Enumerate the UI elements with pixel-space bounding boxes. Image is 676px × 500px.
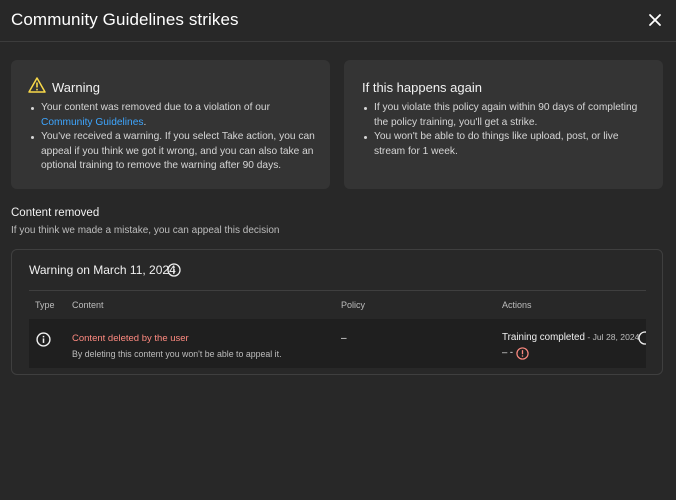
- close-button[interactable]: [645, 10, 665, 30]
- warning-bullets: Your content was removed due to a violat…: [29, 101, 319, 174]
- alert-circle-icon: [516, 347, 529, 360]
- action-info-button[interactable]: [638, 331, 646, 345]
- action-sub: – -: [502, 347, 514, 358]
- content-title-link[interactable]: Content deleted by the user: [72, 333, 189, 344]
- community-guidelines-link[interactable]: Community Guidelines: [41, 117, 143, 128]
- close-icon: [649, 14, 661, 26]
- content-removed-title: Content removed: [11, 207, 100, 219]
- alert-status-button[interactable]: [516, 347, 529, 360]
- column-header-actions: Actions: [502, 300, 532, 310]
- info-icon: [167, 263, 181, 277]
- warning-bullet-appeal: You've received a warning. If you select…: [29, 130, 319, 174]
- repeat-card-title: If this happens again: [362, 80, 482, 95]
- column-header-content: Content: [72, 300, 104, 310]
- action-status: Training completed - Jul 28, 2024: [502, 332, 640, 343]
- warning-info-button[interactable]: [167, 263, 181, 277]
- table-header-divider: [29, 290, 646, 291]
- repeat-bullet-restriction: You won't be able to do things like uplo…: [362, 130, 652, 159]
- panel-title: Warning on March 11, 2024: [29, 263, 176, 277]
- column-header-policy: Policy: [341, 300, 366, 310]
- warning-icon: [28, 77, 46, 93]
- column-header-type: Type: [35, 300, 55, 310]
- content-removed-subtitle: If you think we made a mistake, you can …: [11, 225, 280, 236]
- dialog-title: Community Guidelines strikes: [11, 10, 239, 29]
- action-date: - Jul 28, 2024: [584, 332, 640, 342]
- content-note: By deleting this content you won't be ab…: [72, 349, 282, 359]
- repeat-bullet-strike: If you violate this policy again within …: [362, 101, 652, 130]
- dialog-header: Community Guidelines strikes: [0, 0, 676, 42]
- warning-card-title: Warning: [52, 80, 100, 95]
- policy-value: –: [341, 333, 347, 344]
- repeat-bullets: If you violate this policy again within …: [362, 101, 652, 159]
- info-icon: [36, 332, 51, 347]
- warning-bullet-violation: Your content was removed due to a violat…: [29, 101, 319, 130]
- info-icon: [638, 331, 646, 345]
